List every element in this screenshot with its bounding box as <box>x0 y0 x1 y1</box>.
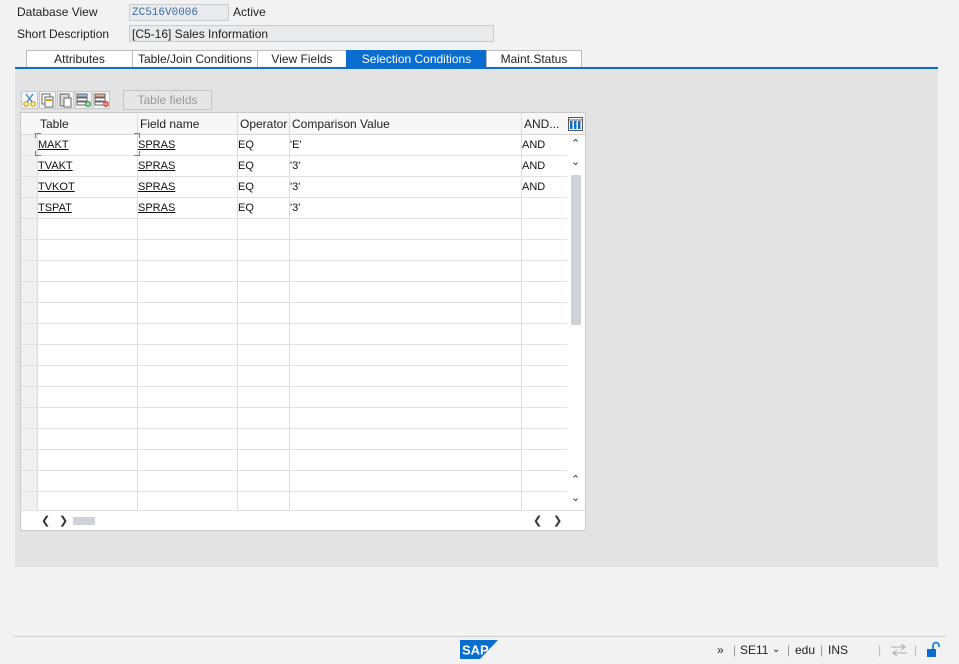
scroll-down-icon[interactable]: ⌄ <box>571 491 580 504</box>
row-divider <box>21 365 567 366</box>
transfer-icon[interactable] <box>889 643 909 657</box>
column-header-table[interactable]: Table <box>37 113 137 135</box>
column-header-and[interactable]: AND... <box>521 113 567 135</box>
focus-marker <box>134 151 140 156</box>
row-divider <box>21 239 567 240</box>
column-header-operator[interactable]: Operator <box>237 113 289 135</box>
row-selector-header[interactable] <box>21 113 37 135</box>
table-cell[interactable]: TVAKT <box>38 156 73 176</box>
comparison-value-cell[interactable]: '3' <box>290 177 300 197</box>
status-separator: | <box>787 643 791 657</box>
scroll-right-icon[interactable]: ❯ <box>553 514 562 527</box>
row-divider <box>21 428 567 429</box>
tab-selection-conditions[interactable]: Selection Conditions <box>346 50 487 67</box>
row-divider <box>21 302 567 303</box>
scroll-right-icon[interactable]: ❯ <box>59 514 68 527</box>
lock-icon[interactable] <box>925 641 941 658</box>
paste-icon[interactable] <box>57 91 74 109</box>
table-cell[interactable]: TSPAT <box>38 198 72 218</box>
status-separator: | <box>914 643 918 657</box>
scroll-up-icon[interactable]: ⌃ <box>571 473 580 486</box>
table-fields-button[interactable]: Table fields <box>123 90 212 110</box>
comparison-value-cell[interactable]: '3' <box>290 156 300 176</box>
status-separator: | <box>878 643 882 657</box>
svg-text:SAP: SAP <box>462 643 489 658</box>
table-cell[interactable]: MAKT <box>38 135 69 155</box>
row-divider <box>21 281 567 282</box>
field-name-cell[interactable]: SPRAS <box>138 198 175 218</box>
hscroll-thumb[interactable] <box>73 517 95 525</box>
operator-cell[interactable]: EQ <box>238 156 254 176</box>
sap-logo: SAP <box>460 640 498 659</box>
row-divider <box>21 470 567 471</box>
operator-cell[interactable]: EQ <box>238 198 254 218</box>
and-cell[interactable]: AND <box>522 177 545 197</box>
column-settings-icon[interactable] <box>567 113 585 135</box>
focus-marker <box>35 133 41 138</box>
delete-row-icon[interactable] <box>93 91 110 109</box>
row-divider <box>21 407 567 408</box>
and-cell[interactable]: AND <box>522 156 545 176</box>
vertical-scrollbar[interactable]: ⌃ ⌄ ⌃ ⌄ <box>567 135 585 509</box>
tab-table-join-conditions[interactable]: Table/Join Conditions <box>132 50 258 67</box>
row-divider <box>21 491 567 492</box>
scroll-left-icon[interactable]: ❮ <box>41 514 50 527</box>
scroll-down-icon[interactable]: ⌄ <box>571 155 580 168</box>
row-divider <box>21 344 567 345</box>
transaction-code[interactable]: SE11 <box>740 641 768 659</box>
operator-cell[interactable]: EQ <box>238 177 254 197</box>
field-name-cell[interactable]: SPRAS <box>138 156 175 176</box>
tab-maint-status[interactable]: Maint.Status <box>486 50 582 67</box>
field-name-cell[interactable]: SPRAS <box>138 177 175 197</box>
db-view-field[interactable]: ZC516V0006 <box>129 4 229 21</box>
scroll-thumb[interactable] <box>571 175 581 325</box>
status-separator: | <box>820 643 824 657</box>
row-divider <box>21 386 567 387</box>
row-divider <box>21 218 567 219</box>
tab-view-fields[interactable]: View Fields <box>257 50 347 67</box>
horizontal-scrollbar[interactable]: ❮ ❯ ❮ ❯ <box>21 510 585 530</box>
comparison-value-cell[interactable]: 'E' <box>290 135 302 155</box>
scroll-left-icon[interactable]: ❮ <box>533 514 542 527</box>
row-divider <box>21 449 567 450</box>
row-divider <box>21 323 567 324</box>
focus-marker <box>35 151 41 156</box>
row-divider <box>21 260 567 261</box>
column-header-field-name[interactable]: Field name <box>137 113 237 135</box>
client-name: edu <box>795 643 816 657</box>
comparison-value-cell[interactable]: '3' <box>290 198 300 218</box>
table-cell[interactable]: TVKOT <box>38 177 75 197</box>
field-name-cell[interactable]: SPRAS <box>138 135 175 155</box>
short-description-field[interactable]: [C5-16] Sales Information <box>129 25 494 42</box>
status-divider <box>13 636 946 637</box>
focus-marker <box>134 133 140 138</box>
status-expand-icon[interactable]: » <box>717 641 724 659</box>
input-mode[interactable]: INS <box>828 641 848 659</box>
chevron-down-icon[interactable]: ⌄ <box>772 641 780 659</box>
short-description-label: Short Description <box>17 27 110 41</box>
column-header-comparison-value[interactable]: Comparison Value <box>289 113 521 135</box>
scroll-up-icon[interactable]: ⌃ <box>571 137 580 150</box>
status-text: Active <box>233 5 266 19</box>
tab-attributes[interactable]: Attributes <box>26 50 133 67</box>
insert-row-icon[interactable] <box>75 91 92 109</box>
db-view-label: Database View <box>17 5 98 19</box>
cut-icon[interactable] <box>21 91 38 109</box>
copy-icon[interactable] <box>39 91 56 109</box>
and-cell[interactable]: AND <box>522 135 545 155</box>
selection-conditions-grid: Table Field name Operator Comparison Val… <box>20 112 586 531</box>
operator-cell[interactable]: EQ <box>238 135 254 155</box>
status-separator: | <box>733 643 737 657</box>
